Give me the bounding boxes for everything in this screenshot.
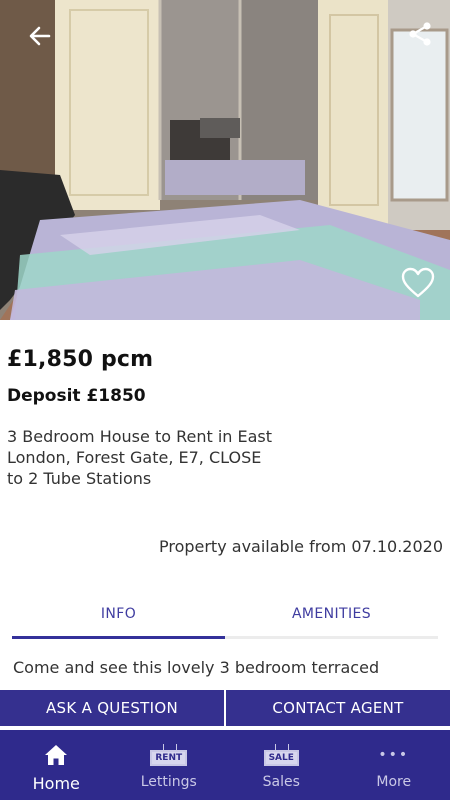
deposit-text: Deposit £1850 xyxy=(7,386,146,406)
nav-item-sales[interactable]: SALE Sales xyxy=(225,730,338,800)
price-text: £1,850 pcm xyxy=(7,347,154,372)
tab-info-label: INFO xyxy=(100,606,137,622)
home-icon xyxy=(45,745,68,765)
bedroom-photo xyxy=(0,0,450,320)
sale-sign-icon: SALE xyxy=(263,750,299,766)
tab-info[interactable]: INFO xyxy=(12,592,225,639)
more-dots-icon: ••• xyxy=(378,747,410,763)
share-button[interactable] xyxy=(400,16,440,52)
nav-label-lettings: Lettings xyxy=(140,774,197,790)
tab-amenities[interactable]: AMENITIES xyxy=(225,592,438,636)
bottom-navigation: Home RENT Lettings SALE Sales ••• More xyxy=(0,730,450,800)
share-icon xyxy=(409,22,431,46)
nav-label-home: Home xyxy=(32,774,80,793)
back-button[interactable] xyxy=(20,18,60,54)
ask-question-button[interactable]: ASK A QUESTION xyxy=(0,690,224,726)
tab-amenities-label: AMENITIES xyxy=(291,606,372,622)
arrow-left-icon xyxy=(29,26,51,46)
nav-label-sales: Sales xyxy=(262,774,300,790)
nav-item-more[interactable]: ••• More xyxy=(338,730,450,800)
description-text: Come and see this lovely 3 bedroom terra… xyxy=(13,658,380,677)
nav-label-more: More xyxy=(376,774,412,790)
favourite-button[interactable] xyxy=(396,262,440,304)
nav-item-home[interactable]: Home xyxy=(0,730,113,800)
property-photo[interactable] xyxy=(0,0,450,320)
nav-item-lettings[interactable]: RENT Lettings xyxy=(113,730,226,800)
action-bar: ASK A QUESTION CONTACT AGENT xyxy=(0,690,450,726)
detail-tabs: INFO AMENITIES xyxy=(12,592,438,639)
listing-headline: 3 Bedroom House to Rent in East London, … xyxy=(7,427,273,488)
rent-sign-icon: RENT xyxy=(150,750,188,766)
availability-date: Property available from 07.10.2020 xyxy=(158,537,443,556)
contact-agent-button[interactable]: CONTACT AGENT xyxy=(226,690,450,726)
heart-outline-icon xyxy=(401,267,435,298)
